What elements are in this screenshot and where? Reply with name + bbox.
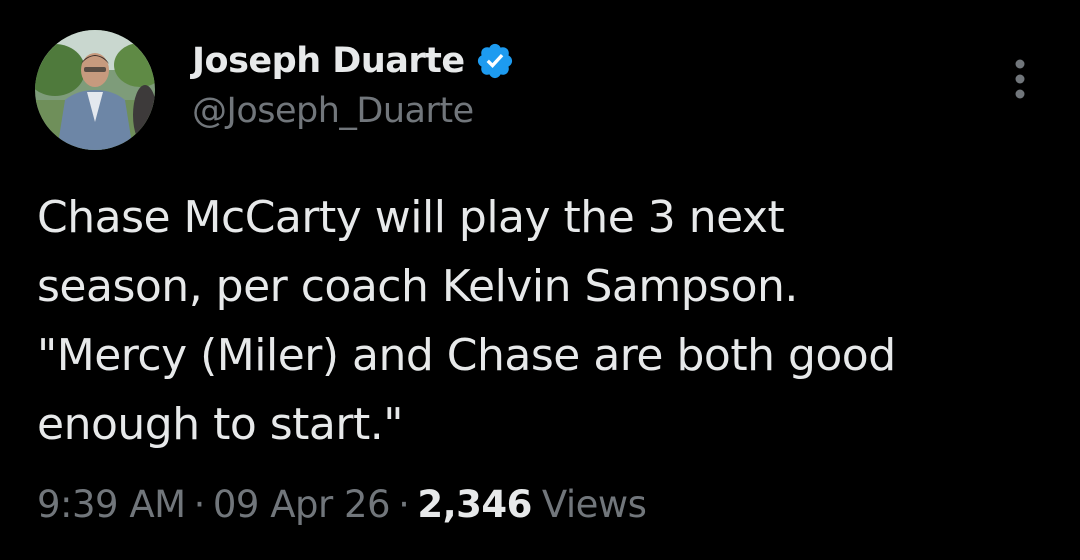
- tweet-metadata: 9:39 AM · 09 Apr 26 · 2,346 Views: [37, 480, 647, 528]
- verified-badge-icon: [475, 41, 515, 81]
- author-handle[interactable]: @Joseph_Duarte: [192, 91, 474, 131]
- avatar-photo: [35, 30, 155, 150]
- avatar[interactable]: [35, 30, 155, 150]
- tweet-text-line: season, per coach Kelvin Sampson.: [37, 261, 798, 312]
- meta-separator: ·: [398, 482, 410, 526]
- author-name-row[interactable]: Joseph Duarte: [192, 38, 515, 84]
- views-count: 2,346: [417, 482, 532, 526]
- tweet-text-line: Chase McCarty will play the 3 next: [37, 192, 785, 243]
- tweet-date[interactable]: 09 Apr 26: [213, 483, 391, 526]
- tweet-time[interactable]: 9:39 AM: [37, 483, 186, 526]
- tweet-text: Chase McCarty will play the 3 next seaso…: [37, 183, 1047, 459]
- views-label: Views: [541, 482, 647, 526]
- meta-separator: ·: [193, 482, 206, 526]
- more-options-icon[interactable]: [1006, 58, 1034, 100]
- author-display-name[interactable]: Joseph Duarte: [192, 41, 465, 81]
- tweet-text-line: "Mercy (Miler) and Chase are both good: [37, 330, 896, 381]
- tweet-text-line: enough to start.": [37, 399, 403, 450]
